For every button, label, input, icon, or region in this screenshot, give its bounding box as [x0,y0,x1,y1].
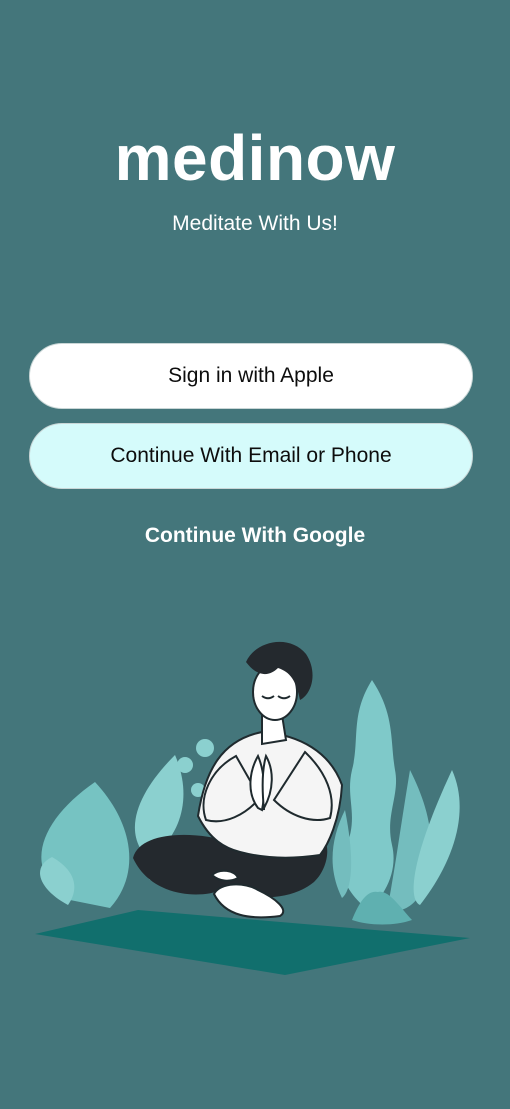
sign-in-with-apple-button[interactable]: Sign in with Apple [29,343,473,409]
continue-with-email-button[interactable]: Continue With Email or Phone [29,423,473,489]
apple-button-label: Sign in with Apple [168,364,334,387]
email-button-label: Continue With Email or Phone [110,444,392,467]
app-subtitle: Meditate With Us! [172,212,338,235]
app-title: medinow [114,122,396,194]
meditating-person-illustration [0,620,510,990]
continue-with-google-link[interactable]: Continue With Google [0,522,510,550]
